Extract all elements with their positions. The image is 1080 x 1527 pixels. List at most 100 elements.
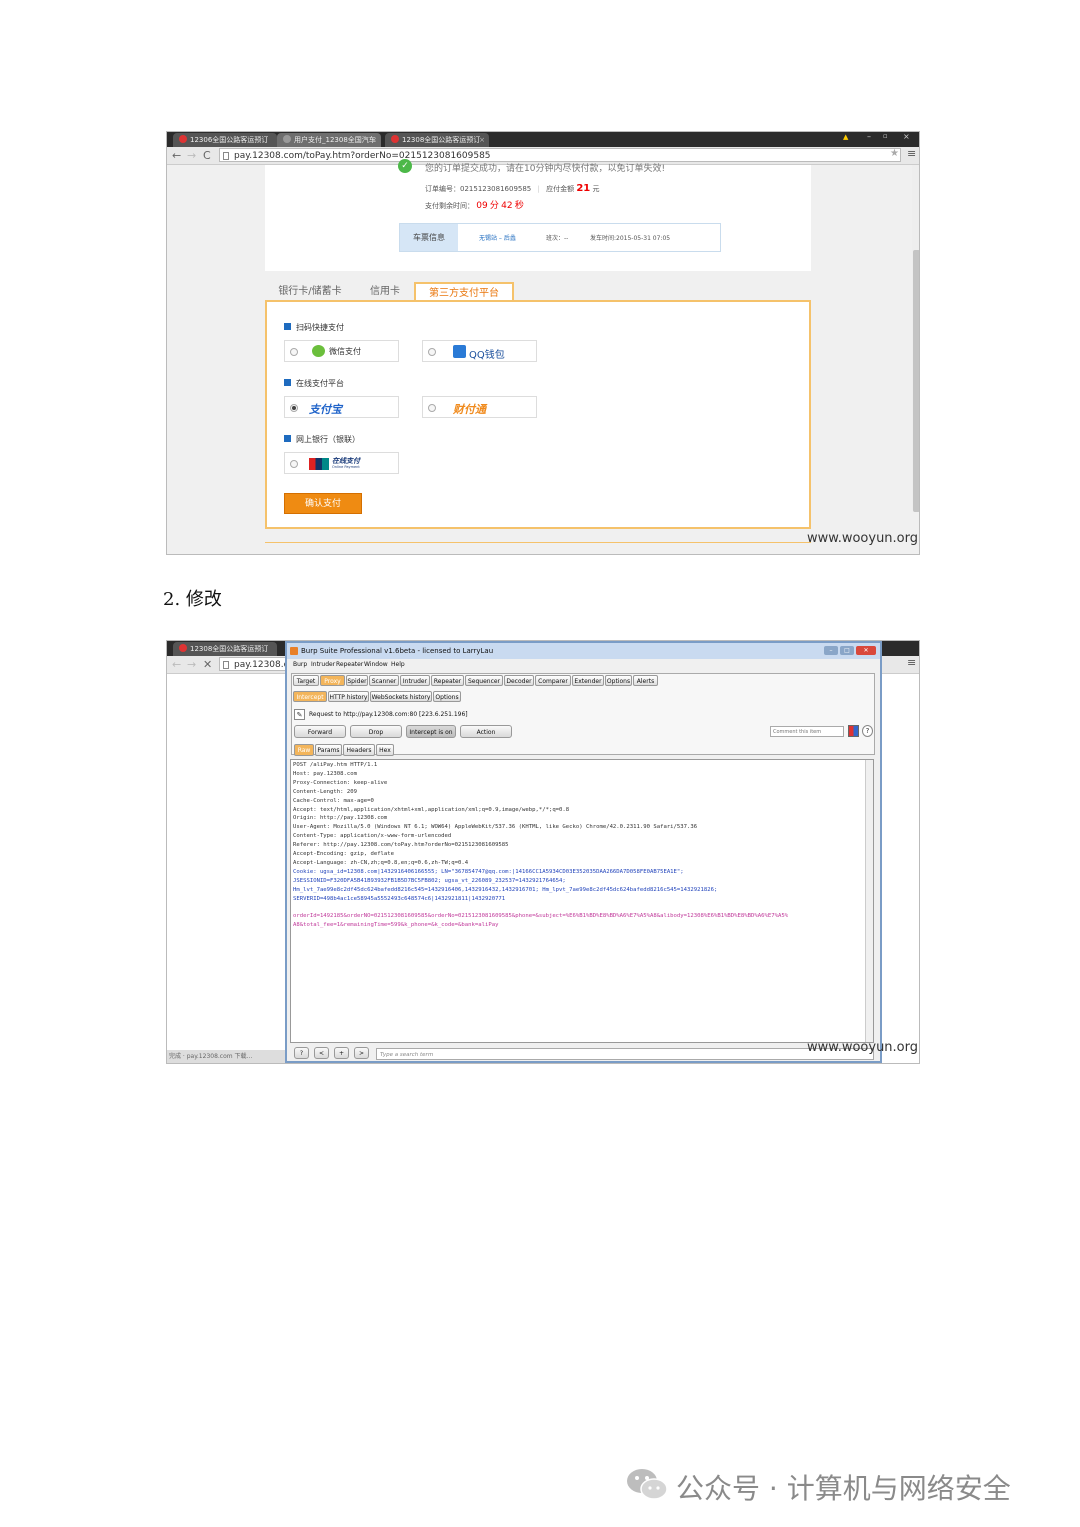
- tab-intruder[interactable]: Intruder: [400, 675, 430, 686]
- option-unionpay[interactable]: 在线支付 Online Payment: [284, 452, 399, 474]
- help-icon[interactable]: ?: [862, 725, 873, 737]
- tab-alerts[interactable]: Alerts: [633, 675, 658, 686]
- option-wechat-pay[interactable]: 微信支付: [284, 340, 399, 362]
- tab-title: 12306全国公路客运预订: [190, 136, 269, 144]
- tab-sequencer[interactable]: Sequencer: [465, 675, 503, 686]
- reload-icon[interactable]: C: [203, 148, 211, 163]
- forward-button[interactable]: Forward: [294, 725, 346, 738]
- ticket-info-box: 车票信息 无锡站 – 后蠡 班次：-- 发车时间:2015-05-31 07:0…: [399, 223, 721, 252]
- wechat-icon: [627, 1469, 668, 1500]
- tab-title: 12308全国公路客运预订: [190, 645, 269, 653]
- tab-scanner[interactable]: Scanner: [369, 675, 399, 686]
- radio-button[interactable]: [290, 348, 298, 356]
- view-tab-hex[interactable]: Hex: [376, 744, 394, 756]
- menu-burp[interactable]: Burp: [293, 661, 307, 668]
- url-input[interactable]: pay.12308.com/toPay.htm?orderNo=02151230…: [219, 148, 901, 162]
- action-button[interactable]: Action: [460, 725, 512, 738]
- section-scan-pay: 扫码快捷支付: [296, 323, 344, 332]
- restore-icon[interactable]: ▫: [883, 132, 888, 140]
- back-arrow-icon[interactable]: ←: [172, 657, 181, 672]
- confirm-pay-button[interactable]: 确认支付: [284, 493, 362, 514]
- menu-intruder[interactable]: Intruder: [311, 661, 335, 668]
- pencil-icon[interactable]: ✎: [294, 709, 305, 720]
- radio-button[interactable]: [428, 404, 436, 412]
- tab-comparer[interactable]: Comparer: [535, 675, 571, 686]
- highlight-color-icon[interactable]: [848, 725, 859, 737]
- amount-value: 21: [576, 183, 591, 194]
- tab-bank-card[interactable]: 银行卡/储蓄卡: [271, 282, 349, 301]
- menu-help[interactable]: Help: [391, 661, 405, 668]
- request-editor[interactable]: POST /aliPay.htm HTTP/1.1 Host: pay.1230…: [290, 759, 874, 1043]
- minimize-icon[interactable]: –: [867, 132, 871, 141]
- stop-icon[interactable]: ✕: [203, 657, 212, 672]
- view-tab-raw[interactable]: Raw: [294, 744, 314, 756]
- remaining-time-label: 支付剩余时间：: [425, 202, 474, 210]
- previous-match-button[interactable]: <: [314, 1047, 329, 1059]
- subtab-options[interactable]: Options: [433, 691, 461, 702]
- browser-status-bar: 完成 · pay.12308.com 下载...: [167, 1050, 289, 1063]
- tab-repeater[interactable]: Repeater: [431, 675, 464, 686]
- warning-icon[interactable]: ▲: [843, 133, 848, 141]
- option-qq-wallet[interactable]: QQ钱包: [422, 340, 537, 362]
- divider: [265, 542, 811, 543]
- menu-repeater[interactable]: Repeater: [336, 661, 363, 668]
- ticket-train-number: 班次：--: [546, 235, 569, 242]
- wechat-icon: [312, 345, 325, 357]
- tab-proxy[interactable]: Proxy: [320, 675, 345, 686]
- browser-tab[interactable]: 12308全国公路客运预订: [173, 642, 277, 656]
- maximize-icon[interactable]: □: [840, 646, 854, 655]
- browser-tab[interactable]: 12306全国公路客运预订: [173, 133, 277, 147]
- browser-tab-active[interactable]: 用户支付_12308全国汽车 ×: [277, 133, 381, 147]
- editor-scrollbar[interactable]: [865, 760, 873, 1042]
- minimize-icon[interactable]: –: [824, 646, 838, 655]
- subtab-intercept[interactable]: Intercept: [293, 691, 327, 702]
- menu-window[interactable]: Window: [364, 661, 388, 668]
- tab-spider[interactable]: Spider: [346, 675, 368, 686]
- close-window-icon[interactable]: ×: [903, 132, 910, 141]
- request-header: Accept: text/html,application/xhtml+xml,…: [293, 806, 570, 813]
- view-tab-headers[interactable]: Headers: [343, 744, 375, 756]
- radio-button[interactable]: [428, 348, 436, 356]
- payment-options-panel: 扫码快捷支付 微信支付 QQ钱包 在线支付平台 支付宝 财付通 网上银行（银联）…: [265, 300, 811, 529]
- section-bullet-icon: [284, 323, 291, 330]
- next-match-button[interactable]: >: [354, 1047, 369, 1059]
- burp-title-bar: Burp Suite Professional v1.6beta - licen…: [287, 643, 880, 659]
- add-button[interactable]: +: [334, 1047, 349, 1059]
- view-tab-params[interactable]: Params: [315, 744, 342, 756]
- tab-target[interactable]: Target: [293, 675, 319, 686]
- ticket-departure-time: 发车时间:2015-05-31 07:05: [590, 235, 671, 242]
- forward-arrow-icon[interactable]: →: [187, 148, 196, 163]
- subtab-http-history[interactable]: HTTP history: [328, 691, 369, 702]
- help-button[interactable]: ?: [294, 1047, 309, 1059]
- scrollbar-thumb[interactable]: [913, 250, 919, 512]
- subtab-websockets-history[interactable]: WebSockets history: [370, 691, 432, 702]
- tab-extender[interactable]: Extender: [572, 675, 604, 686]
- tab-options[interactable]: Options: [605, 675, 632, 686]
- back-arrow-icon[interactable]: ←: [172, 148, 181, 163]
- close-tab-icon[interactable]: ×: [479, 133, 485, 147]
- browser-tab[interactable]: 12308全国公路客运预订 ×: [385, 133, 489, 147]
- cookie-line: JSESSIONID=F320DFA5B41B93932FB1B5D7BC5FB…: [293, 877, 566, 884]
- close-window-icon[interactable]: ✕: [856, 646, 876, 655]
- site-favicon-icon: [179, 644, 187, 652]
- payment-page-screenshot: 12306全国公路客运预订 用户支付_12308全国汽车 × 12308全国公路客…: [166, 131, 920, 555]
- bookmark-star-icon[interactable]: ★: [890, 148, 899, 159]
- menu-icon[interactable]: ≡: [907, 147, 916, 160]
- intercept-toggle-button[interactable]: Intercept is on: [406, 725, 456, 738]
- option-alipay[interactable]: 支付宝: [284, 396, 399, 418]
- page-icon: [223, 152, 229, 160]
- tab-title: 12308全国公路客运预订: [402, 136, 481, 144]
- drop-button[interactable]: Drop: [350, 725, 402, 738]
- comment-input[interactable]: [770, 726, 844, 737]
- radio-button-selected[interactable]: [290, 404, 298, 412]
- tab-credit-card[interactable]: 信用卡: [357, 282, 413, 301]
- option-tenpay[interactable]: 财付通: [422, 396, 537, 418]
- unionpay-logo-icon: [309, 458, 329, 470]
- radio-button[interactable]: [290, 460, 298, 468]
- burp-logo-icon: [290, 647, 298, 655]
- forward-arrow-icon[interactable]: →: [187, 657, 196, 672]
- menu-icon[interactable]: ≡: [907, 656, 916, 669]
- tab-decoder[interactable]: Decoder: [504, 675, 534, 686]
- search-input[interactable]: Type a search term: [376, 1048, 874, 1060]
- close-tab-icon[interactable]: ×: [371, 133, 377, 147]
